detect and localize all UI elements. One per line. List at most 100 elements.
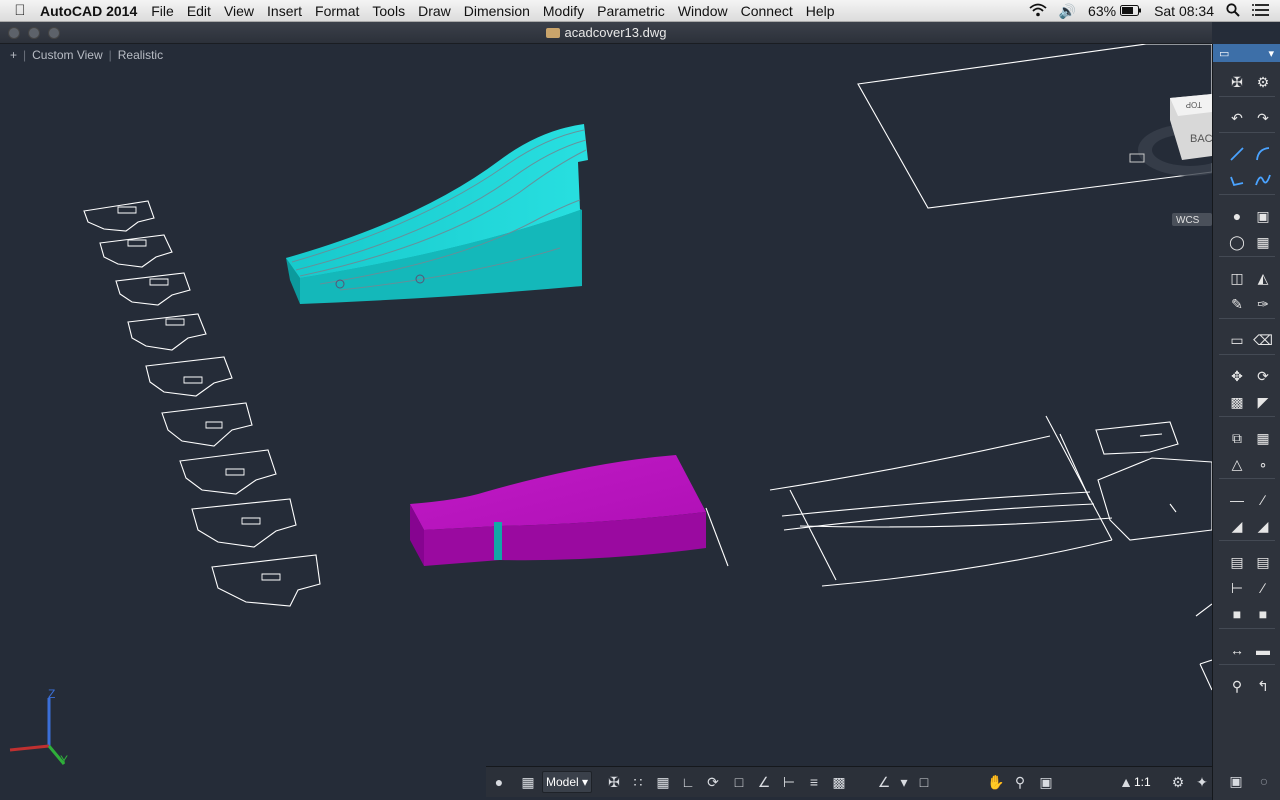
mirror-icon[interactable]: △ xyxy=(1227,454,1247,474)
document-title-text: acadcover13.dwg xyxy=(564,25,667,40)
menu-dimension[interactable]: Dimension xyxy=(464,3,530,19)
union-icon[interactable]: ◫ xyxy=(1227,268,1247,288)
tool-palette-header[interactable]: ▭ ▾ xyxy=(1213,44,1280,62)
chevron-down-icon[interactable]: ▾ xyxy=(1268,47,1274,60)
infer-constraints-icon[interactable]: ✠ xyxy=(604,772,624,792)
view-control-label[interactable]: Custom View xyxy=(32,48,102,62)
annotation-scale-icon[interactable]: ▲ xyxy=(1116,772,1136,792)
scale-icon[interactable]: ▩ xyxy=(1227,392,1247,412)
annotation-scale[interactable]: 1:1 xyxy=(1134,775,1151,789)
isolate-objects-icon[interactable]: ✦ xyxy=(1192,772,1212,792)
slice-icon[interactable]: ▭ xyxy=(1227,330,1247,350)
model-tab[interactable]: Model ▾ xyxy=(542,771,592,793)
clock[interactable]: Sat 08:34 xyxy=(1154,3,1214,19)
volume-icon[interactable]: 🔊 xyxy=(1059,3,1076,20)
dimension-icon[interactable]: ⊢ xyxy=(1227,578,1247,598)
fillet-icon[interactable]: ◢ xyxy=(1227,516,1247,536)
transparency-icon[interactable]: ▩ xyxy=(829,772,849,792)
viewcube[interactable]: TOP BAC WCS xyxy=(1129,94,1212,226)
menu-tools[interactable]: Tools xyxy=(372,3,405,19)
copy-icon[interactable]: ⧉ xyxy=(1227,428,1247,448)
menu-format[interactable]: Format xyxy=(315,3,359,19)
battery-percent[interactable]: 63% xyxy=(1088,3,1116,19)
aligned-dimension-icon[interactable]: ∕ xyxy=(1253,578,1273,598)
menu-help[interactable]: Help xyxy=(806,3,835,19)
sphere-icon[interactable]: ● xyxy=(1227,206,1247,226)
array-icon[interactable]: ▦ xyxy=(1253,428,1273,448)
line-icon[interactable] xyxy=(1227,144,1247,164)
section-profiles xyxy=(83,200,321,607)
presspull-icon[interactable]: ▦ xyxy=(1253,232,1273,252)
ortho-mode-icon[interactable]: ∟ xyxy=(678,772,698,792)
app-menu[interactable]: AutoCAD 2014 xyxy=(40,3,137,19)
notification-center-icon[interactable] xyxy=(1252,3,1270,20)
arc-icon[interactable] xyxy=(1253,144,1273,164)
apple-icon[interactable]:  xyxy=(0,2,40,19)
area-icon[interactable]: ▬ xyxy=(1253,640,1273,660)
visual-style-label[interactable]: Realistic xyxy=(118,48,163,62)
3d-object-snap-icon[interactable]: ∠ xyxy=(754,772,774,792)
extend-icon[interactable]: ∕ xyxy=(1253,490,1273,510)
undo-icon[interactable]: ↶ xyxy=(1227,108,1247,128)
object-snap-icon[interactable]: □ xyxy=(729,772,749,792)
sweep-icon[interactable]: ✑ xyxy=(1253,294,1273,314)
status-options-icon[interactable]: ○ xyxy=(1254,771,1274,791)
battery-icon[interactable] xyxy=(1120,3,1142,19)
spotlight-search-icon[interactable] xyxy=(1226,2,1240,20)
extrude-icon[interactable]: ◯ xyxy=(1227,232,1247,252)
menu-window[interactable]: Window xyxy=(678,3,728,19)
redo-icon[interactable]: ↷ xyxy=(1253,108,1273,128)
polar-tracking-icon[interactable]: ⟳ xyxy=(703,772,723,792)
lineweight-icon[interactable]: ≡ xyxy=(804,772,824,792)
properties-icon[interactable]: ▤ xyxy=(1253,552,1273,572)
dynamic-ucs-icon[interactable]: ∠ xyxy=(874,772,894,792)
quick-properties-icon[interactable]: ⚙ xyxy=(1253,72,1273,92)
trim-icon[interactable]: — xyxy=(1227,490,1247,510)
menu-edit[interactable]: Edit xyxy=(187,3,211,19)
offset-icon[interactable]: ∘ xyxy=(1253,454,1273,474)
status-bar: ● ▦ Model ▾ ✠ ∷ ▦ ∟ ⟳ □ ∠ ⊢ ≡ ▩ ∠ ▾ □ ✋ … xyxy=(486,766,1212,797)
menu-draw[interactable]: Draw xyxy=(418,3,451,19)
erase-icon[interactable]: ⌫ xyxy=(1253,330,1273,350)
loft-icon[interactable]: ✎ xyxy=(1227,294,1247,314)
grid-display-icon[interactable]: ▦ xyxy=(653,772,673,792)
geometric-constraint-icon[interactable]: ■ xyxy=(1253,604,1273,624)
palette-window-icon: ▭ xyxy=(1219,47,1230,60)
menu-connect[interactable]: Connect xyxy=(741,3,793,19)
menu-file[interactable]: File xyxy=(151,3,174,19)
zoom-extents-icon[interactable]: ⚲ xyxy=(1227,676,1247,696)
wifi-icon[interactable] xyxy=(1029,3,1047,20)
snap-mode-icon[interactable]: ∷ xyxy=(628,772,648,792)
wcs-label[interactable]: WCS xyxy=(1176,215,1200,226)
linear-constraint-icon[interactable]: ■ xyxy=(1227,604,1247,624)
cyan-lofted-solid[interactable] xyxy=(286,124,588,304)
select-icon[interactable]: ✠ xyxy=(1227,72,1247,92)
rotate-icon[interactable]: ⟳ xyxy=(1253,366,1273,386)
move-icon[interactable]: ✥ xyxy=(1227,366,1247,386)
box-icon[interactable]: ▣ xyxy=(1253,206,1273,226)
pan-icon[interactable]: ✋ xyxy=(986,772,1006,792)
viewcube-toggle-icon[interactable]: ▣ xyxy=(1036,772,1056,792)
menu-view[interactable]: View xyxy=(224,3,254,19)
ucs-tool-icon[interactable]: ↰ xyxy=(1253,676,1273,696)
layer-icon[interactable]: ▤ xyxy=(1227,552,1247,572)
chamfer-icon[interactable]: ◢ xyxy=(1253,516,1273,536)
menu-insert[interactable]: Insert xyxy=(267,3,302,19)
viewport-menu-button[interactable]: + xyxy=(10,48,17,62)
measure-icon[interactable]: ↔ xyxy=(1227,640,1247,660)
magenta-extruded-solid[interactable] xyxy=(410,455,706,566)
subtract-icon[interactable]: ◭ xyxy=(1253,268,1273,288)
drawing-canvas[interactable]: TOP BAC WCS Z Y xyxy=(0,44,1212,766)
chevron-down-icon[interactable]: ▾ xyxy=(894,772,914,792)
workspace-icon[interactable]: ⚙ xyxy=(1168,772,1188,792)
menu-modify[interactable]: Modify xyxy=(543,3,584,19)
fullscreen-icon[interactable]: ▣ xyxy=(1226,771,1246,791)
selection-cycling-icon[interactable]: □ xyxy=(914,772,934,792)
object-snap-tracking-icon[interactable]: ⊢ xyxy=(779,772,799,792)
polyline-icon[interactable] xyxy=(1227,170,1247,190)
zoom-icon[interactable]: ⚲ xyxy=(1010,772,1030,792)
layout-grid-icon[interactable]: ▦ xyxy=(518,772,538,792)
stretch-icon[interactable]: ◤ xyxy=(1253,392,1273,412)
menu-parametric[interactable]: Parametric xyxy=(597,3,665,19)
spline-icon[interactable] xyxy=(1253,170,1273,190)
